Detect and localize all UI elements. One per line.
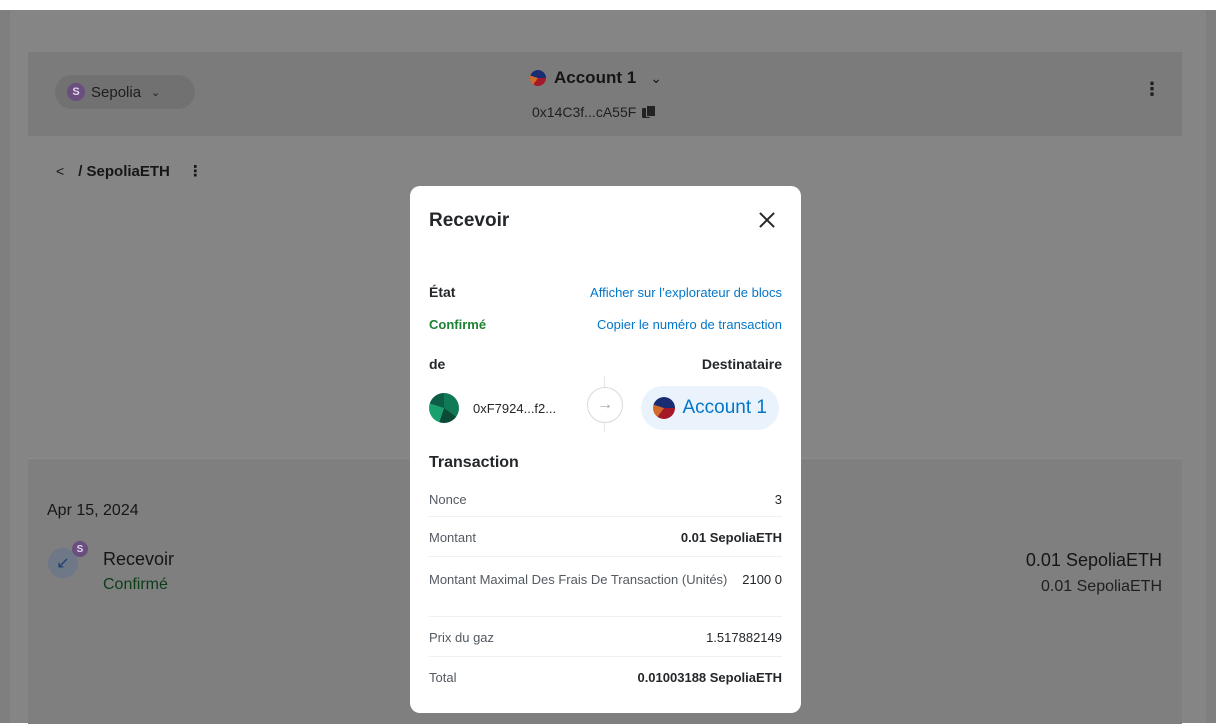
detail-label: Nonce	[429, 492, 467, 507]
state-row: État Afficher sur l’explorateur de blocs	[429, 284, 782, 300]
detail-value: 3	[774, 492, 782, 507]
from-address-text: 0xF7924...f2...	[473, 400, 557, 416]
network-selector[interactable]: S Sepolia ⌄	[55, 75, 195, 109]
window-top-strip	[0, 0, 1216, 10]
activity-item-sub-amount: 0.01 SepoliaETH	[1041, 578, 1162, 595]
detail-nonce: Nonce 3	[429, 479, 782, 507]
detail-value: 0.01003188 SepoliaETH	[637, 670, 782, 685]
account-selector[interactable]: Account 1 ⌄	[530, 68, 662, 88]
activity-date: Apr 15, 2024	[47, 502, 139, 519]
recipient-avatar-icon	[652, 397, 675, 419]
detail-amount: Montant 0.01 SepoliaETH	[429, 516, 782, 545]
copy-icon[interactable]	[642, 105, 657, 119]
account-options-menu-icon[interactable]: ⋮	[1143, 79, 1161, 100]
recipient-account[interactable]: Account 1	[640, 386, 779, 430]
asset-breadcrumb: < / SepoliaETH ⋮	[56, 162, 204, 181]
from-label: de	[429, 356, 446, 372]
activity-item-status: Confirmé	[103, 576, 168, 593]
detail-gas-price: Prix du gaz 1.517882149	[429, 616, 782, 645]
detail-value: 2100 0	[742, 572, 782, 587]
activity-item-title[interactable]: Recevoir	[103, 549, 174, 570]
close-icon[interactable]	[755, 208, 779, 232]
transaction-details-modal: Recevoir État Afficher sur l’explorateur…	[410, 186, 801, 713]
detail-total: Total 0.01003188 SepoliaETH	[429, 656, 782, 685]
chevron-down-icon: ⌄	[151, 86, 161, 99]
to-label: Destinataire	[701, 356, 782, 372]
detail-label: Total	[429, 670, 457, 685]
view-on-explorer-link[interactable]: Afficher sur l’explorateur de blocs	[590, 285, 782, 300]
asset-options-icon[interactable]: ⋮	[188, 162, 204, 180]
detail-gas-limit: Montant Maximal Des Frais De Transaction…	[429, 556, 782, 590]
detail-label: Montant	[429, 530, 476, 545]
detail-label: Prix du gaz	[429, 630, 495, 645]
asset-name: / SepoliaETH	[78, 162, 170, 180]
copy-tx-id-link[interactable]: Copier le numéro de transaction	[597, 317, 782, 332]
from-to-labels: de Destinataire	[429, 356, 782, 372]
arrow-right-icon: →	[587, 387, 623, 423]
sepolia-badge-icon: S	[72, 541, 88, 557]
wallet-header	[28, 52, 1182, 136]
activity-item-amount: 0.01 SepoliaETH	[1025, 550, 1162, 570]
account-address-text: 0x14C3f...cA55F	[532, 104, 637, 120]
back-arrow-icon[interactable]: <	[56, 163, 64, 179]
recipient-name: Account 1	[682, 397, 768, 418]
sender-avatar-icon	[429, 393, 459, 423]
account-address[interactable]: 0x14C3f...cA55F	[532, 104, 657, 120]
sepolia-badge-icon: S	[67, 83, 85, 101]
detail-label: Montant Maximal Des Frais De Transaction…	[429, 572, 728, 587]
chevron-down-icon: ⌄	[650, 69, 662, 86]
modal-title: Recevoir	[429, 210, 510, 231]
transaction-section-title: Transaction	[429, 454, 519, 471]
detail-value: 0.01 SepoliaETH	[680, 530, 782, 545]
account-avatar-icon	[530, 70, 546, 86]
detail-value: 1.517882149	[706, 630, 782, 645]
status-row: Confirmé Copier le numéro de transaction	[429, 317, 782, 332]
network-name: Sepolia	[91, 83, 142, 101]
status-value: Confirmé	[429, 317, 487, 332]
account-name: Account 1	[554, 68, 637, 87]
state-label: État	[429, 284, 456, 300]
from-address[interactable]: 0xF7924...f2...	[429, 393, 556, 423]
